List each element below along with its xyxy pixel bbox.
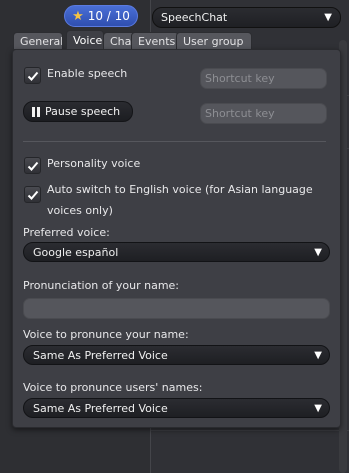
checkmark-icon xyxy=(27,190,38,200)
points-badge[interactable]: ★ 10 / 10 xyxy=(64,5,138,27)
pause-icon xyxy=(32,106,40,117)
auto-switch-checkbox[interactable] xyxy=(24,186,41,203)
chevron-down-icon: ▼ xyxy=(314,402,322,414)
mode-select[interactable]: SpeechChat ▼ xyxy=(152,7,341,28)
voice-your-name-select[interactable]: Same As Preferred Voice ▼ xyxy=(23,345,330,365)
tab-voice[interactable]: Voice xyxy=(66,30,104,49)
personality-voice-label: Personality voice xyxy=(47,157,141,170)
preferred-voice-label: Preferred voice: xyxy=(23,226,110,239)
tab-events[interactable]: Events xyxy=(131,32,179,49)
preferred-voice-value: Google español xyxy=(33,245,119,259)
enable-speech-checkbox[interactable] xyxy=(24,67,41,84)
tab-general[interactable]: General xyxy=(13,32,63,49)
auto-switch-label-line2: voices only) xyxy=(47,204,113,217)
star-icon: ★ xyxy=(72,8,84,24)
mode-select-value: SpeechChat xyxy=(161,11,228,24)
pronunciation-input[interactable] xyxy=(23,298,330,319)
section-divider xyxy=(23,141,326,142)
enable-speech-label: Enable speech xyxy=(47,67,128,80)
preferred-voice-select[interactable]: Google español ▼ xyxy=(23,242,330,262)
auto-switch-label-line1: Auto switch to English voice (for Asian … xyxy=(47,183,313,196)
pause-speech-button[interactable]: Pause speech xyxy=(23,101,133,122)
chevron-down-icon: ▼ xyxy=(314,349,322,361)
enable-speech-shortcut-field[interactable]: Shortcut key xyxy=(200,68,327,89)
voice-users-names-select[interactable]: Same As Preferred Voice ▼ xyxy=(23,398,330,418)
checkmark-icon xyxy=(27,161,38,171)
tab-user-group[interactable]: User group xyxy=(176,32,252,49)
pause-speech-shortcut-field[interactable]: Shortcut key xyxy=(200,103,327,124)
voice-users-names-label: Voice to pronunce users' names: xyxy=(23,381,203,394)
checkmark-icon xyxy=(27,71,38,81)
voice-users-names-value: Same As Preferred Voice xyxy=(33,401,168,415)
chevron-down-icon: ▼ xyxy=(324,12,332,23)
row-separator xyxy=(151,430,349,431)
chevron-down-icon: ▼ xyxy=(314,246,322,258)
personality-voice-checkbox[interactable] xyxy=(24,157,41,174)
pause-speech-label: Pause speech xyxy=(45,105,121,118)
settings-tabs: General Voice Chat Events User group xyxy=(13,30,263,50)
pronunciation-label: Pronunciation of your name: xyxy=(23,279,180,292)
voice-your-name-value: Same As Preferred Voice xyxy=(33,348,168,362)
voice-your-name-label: Voice to pronunce your name: xyxy=(23,328,189,341)
points-text: 10 / 10 xyxy=(87,9,130,23)
